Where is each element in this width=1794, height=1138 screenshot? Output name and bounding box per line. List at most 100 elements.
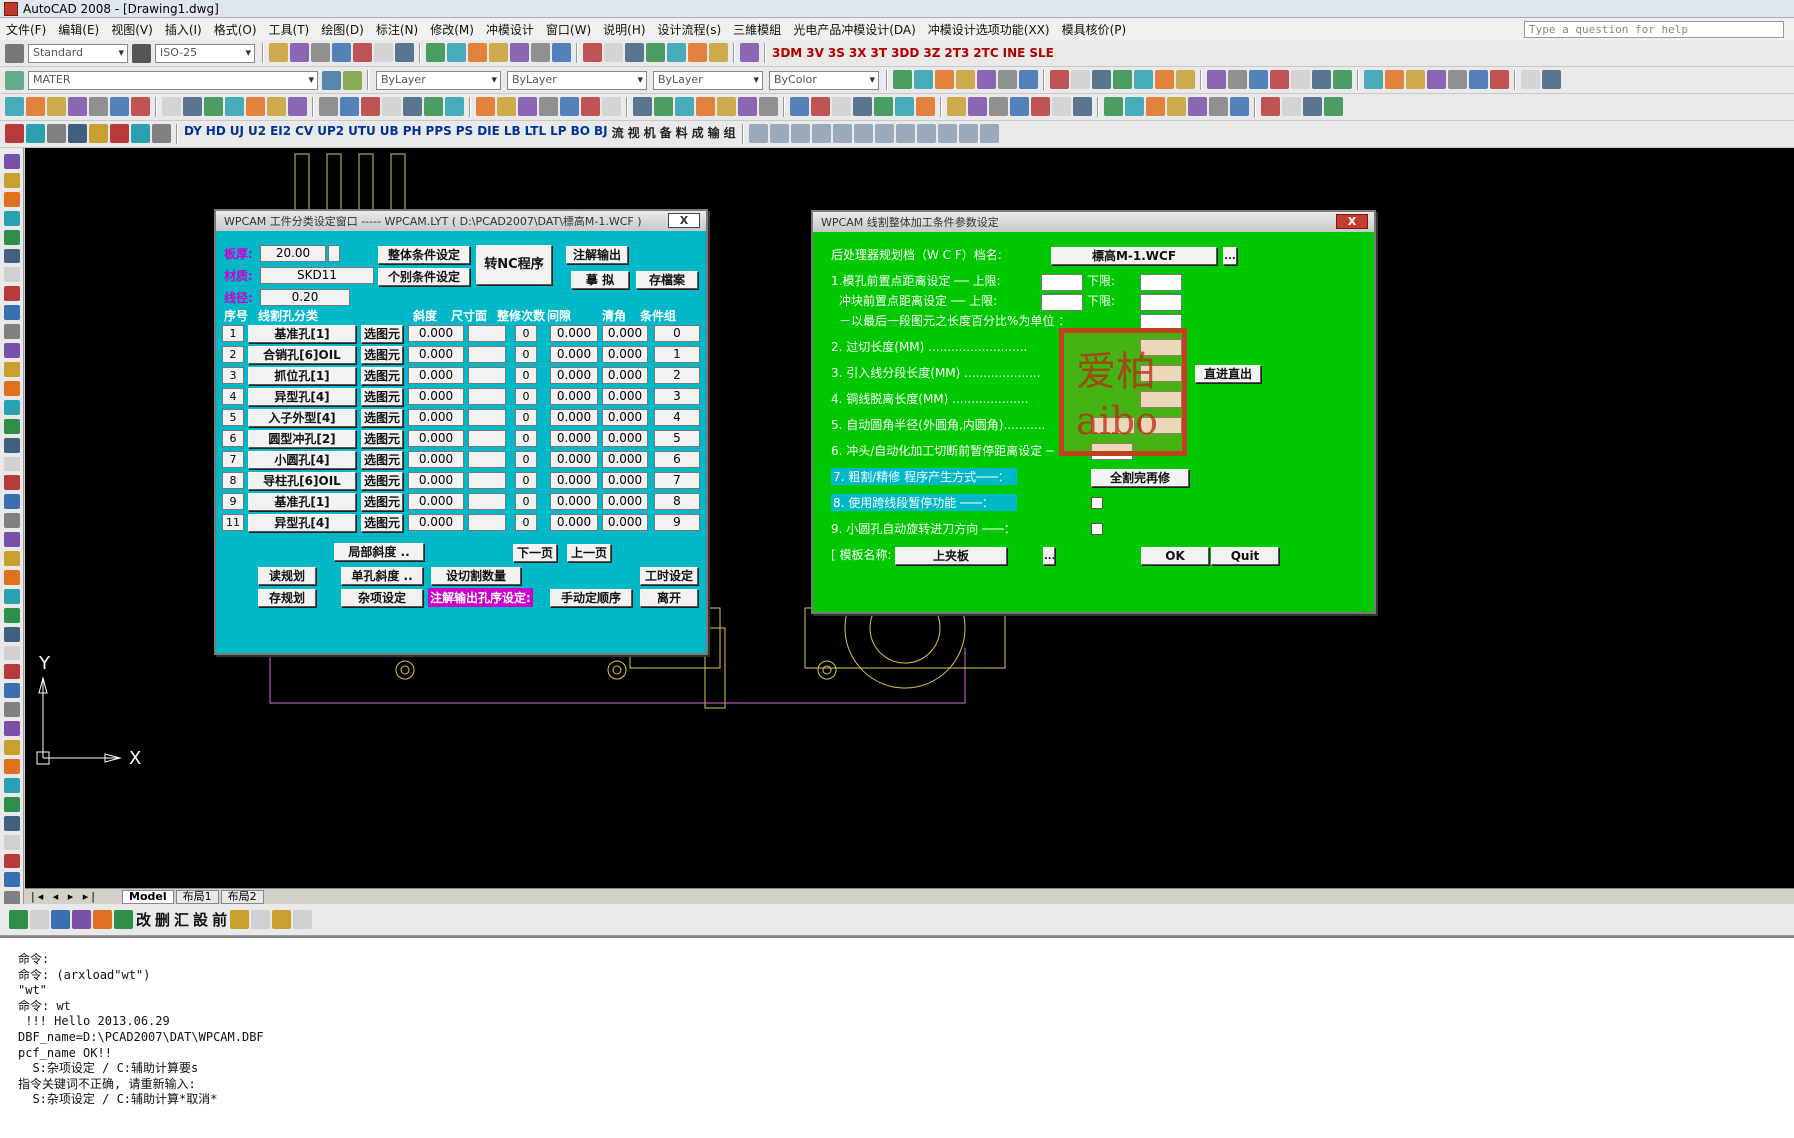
hole-class-button[interactable]: 异型孔[4] — [248, 388, 356, 406]
corner-clear-field[interactable]: 0.000 — [602, 346, 648, 363]
pick-entity-button[interactable]: 选图元 — [361, 367, 403, 385]
die-cn-tool-3[interactable]: 备 — [660, 124, 672, 144]
next-page-button[interactable]: 下一页 — [513, 544, 557, 562]
menu-item-10[interactable]: 窗口(W) — [540, 21, 597, 38]
left-tool-16-icon[interactable] — [3, 456, 20, 472]
tool-3d-4[interactable]: 3T — [871, 46, 888, 60]
menu-item-8[interactable]: 修改(M) — [424, 21, 480, 38]
modify-tool-57-icon[interactable] — [1282, 97, 1301, 116]
individual-condition-button[interactable]: 个别条件设定 — [378, 268, 470, 286]
menu-item-14[interactable]: 光电产品冲模设计(DA) — [787, 21, 922, 38]
die-cn-tool-0[interactable]: 流 — [612, 124, 624, 144]
die-text-tool-0[interactable]: DY — [184, 124, 202, 144]
tool-3d-2[interactable]: 3S — [828, 46, 845, 60]
hole-class-button[interactable]: 基准孔[1] — [248, 325, 356, 343]
die-text-tool-13[interactable]: LB — [504, 124, 521, 144]
draw-tool-18-icon[interactable] — [1291, 70, 1310, 89]
left-tool-38-icon[interactable] — [3, 872, 20, 888]
standard-tool-1-icon[interactable] — [290, 43, 309, 62]
draw-tool-0-icon[interactable] — [893, 70, 912, 89]
modify-tool-38-icon[interactable] — [853, 97, 872, 116]
corner-clear-field[interactable]: 0.000 — [602, 430, 648, 447]
rough-finish-mode-button[interactable]: 全割完再修 — [1091, 469, 1189, 487]
standard-tool-4-icon[interactable] — [353, 43, 372, 62]
gap-field[interactable]: 0.000 — [550, 514, 598, 531]
inner-fillet-field[interactable]: 0.000 — [1140, 417, 1182, 434]
modify-tool-3-icon[interactable] — [68, 97, 87, 116]
bottom-text-tool-3[interactable]: 設 — [193, 909, 208, 930]
size-face-field[interactable] — [468, 409, 506, 426]
hole-class-button[interactable]: 入子外型[4] — [248, 409, 356, 427]
modify-tool-0-icon[interactable] — [5, 97, 24, 116]
drawing-canvas[interactable]: Y X WPCAM 工件分类设定窗口 ----- WPCAM.LYT ( D:\… — [25, 148, 1794, 888]
standard-tool-20-icon[interactable] — [709, 43, 728, 62]
condition-group-field[interactable]: 6 — [654, 451, 700, 468]
modify-tool-5-icon[interactable] — [110, 97, 129, 116]
die-tool-6-icon[interactable] — [131, 124, 150, 143]
single-slope-button[interactable]: 单孔斜度 .. — [341, 567, 423, 585]
draw-tool-26-icon[interactable] — [1469, 70, 1488, 89]
left-tool-24-icon[interactable] — [3, 607, 20, 623]
gap-field[interactable]: 0.000 — [550, 451, 598, 468]
view-tool-5-icon[interactable] — [853, 124, 873, 143]
text-style-icon[interactable] — [5, 43, 24, 63]
standard-tool-10-icon[interactable] — [489, 43, 508, 62]
menu-item-9[interactable]: 冲模设计 — [480, 21, 540, 38]
dim-style-select[interactable]: ISO-25 — [155, 43, 255, 63]
trim-count-field[interactable]: 0 — [515, 346, 537, 363]
die-cn-tool-5[interactable]: 成 — [692, 124, 704, 144]
row-number[interactable]: 4 — [222, 388, 244, 405]
punch-lower-field[interactable]: 4.00 — [1140, 294, 1182, 311]
view-tool-8-icon[interactable] — [916, 124, 936, 143]
template-name-button[interactable]: 上夹板 — [895, 547, 1007, 565]
draw-tool-12-icon[interactable] — [1155, 70, 1174, 89]
left-tool-5-icon[interactable] — [3, 248, 20, 264]
modify-tool-39-icon[interactable] — [874, 97, 893, 116]
view-tool-10-icon[interactable] — [958, 124, 978, 143]
standard-tool-17-icon[interactable] — [646, 43, 665, 62]
tab-model[interactable]: Model — [122, 889, 174, 904]
modify-tool-12-icon[interactable] — [267, 97, 286, 116]
left-tool-34-icon[interactable] — [3, 796, 20, 812]
die-text-tool-16[interactable]: BO — [571, 124, 590, 144]
standard-tool-14-icon[interactable] — [583, 43, 602, 62]
menu-item-13[interactable]: 三維模組 — [727, 21, 787, 38]
text-style-select[interactable]: Standard — [28, 43, 128, 63]
pick-entity-button[interactable]: 选图元 — [361, 325, 403, 343]
tool-3d-9[interactable]: INE — [1003, 46, 1026, 60]
left-tool-3-icon[interactable] — [3, 210, 20, 226]
left-tool-7-icon[interactable] — [3, 286, 20, 302]
pause-distance-field[interactable]: 0.50 — [1091, 443, 1133, 460]
left-tool-2-icon[interactable] — [3, 191, 20, 207]
left-tool-8-icon[interactable] — [3, 305, 20, 321]
view-tool-9-icon[interactable] — [937, 124, 957, 143]
modify-tool-36-icon[interactable] — [811, 97, 830, 116]
modify-tool-22-icon[interactable] — [497, 97, 516, 116]
die-text-tool-1[interactable]: HD — [206, 124, 226, 144]
menu-item-7[interactable]: 标注(N) — [370, 21, 424, 38]
standard-tool-12-icon[interactable] — [531, 43, 550, 62]
standard-tool-0-icon[interactable] — [269, 43, 288, 62]
modify-tool-21-icon[interactable] — [476, 97, 495, 116]
pick-entity-button[interactable]: 选图元 — [361, 346, 403, 364]
overall-condition-button[interactable]: 整体条件设定 — [378, 246, 470, 264]
modify-tool-32-icon[interactable] — [717, 97, 736, 116]
modify-tool-17-icon[interactable] — [382, 97, 401, 116]
modify-tool-51-icon[interactable] — [1146, 97, 1165, 116]
tab-layout2[interactable]: 布局2 — [220, 889, 264, 904]
menu-item-5[interactable]: 工具(T) — [263, 21, 316, 38]
thickness-spin[interactable] — [328, 245, 340, 262]
left-tool-23-icon[interactable] — [3, 588, 20, 604]
condition-group-field[interactable]: 4 — [654, 409, 700, 426]
modify-tool-56-icon[interactable] — [1261, 97, 1280, 116]
gap-field[interactable]: 0.000 — [550, 325, 598, 342]
draw-tool-27-icon[interactable] — [1490, 70, 1509, 89]
die-text-tool-10[interactable]: PPS — [426, 124, 452, 144]
die-tool-0-icon[interactable] — [5, 124, 24, 143]
row-number[interactable]: 2 — [222, 346, 244, 363]
standard-tool-19-icon[interactable] — [688, 43, 707, 62]
thickness-field[interactable]: 20.00 — [260, 245, 326, 262]
draw-tool-9-icon[interactable] — [1092, 70, 1111, 89]
material-field[interactable]: SKD11 — [260, 267, 374, 284]
lineweight-select[interactable]: ByLayer — [653, 70, 763, 90]
